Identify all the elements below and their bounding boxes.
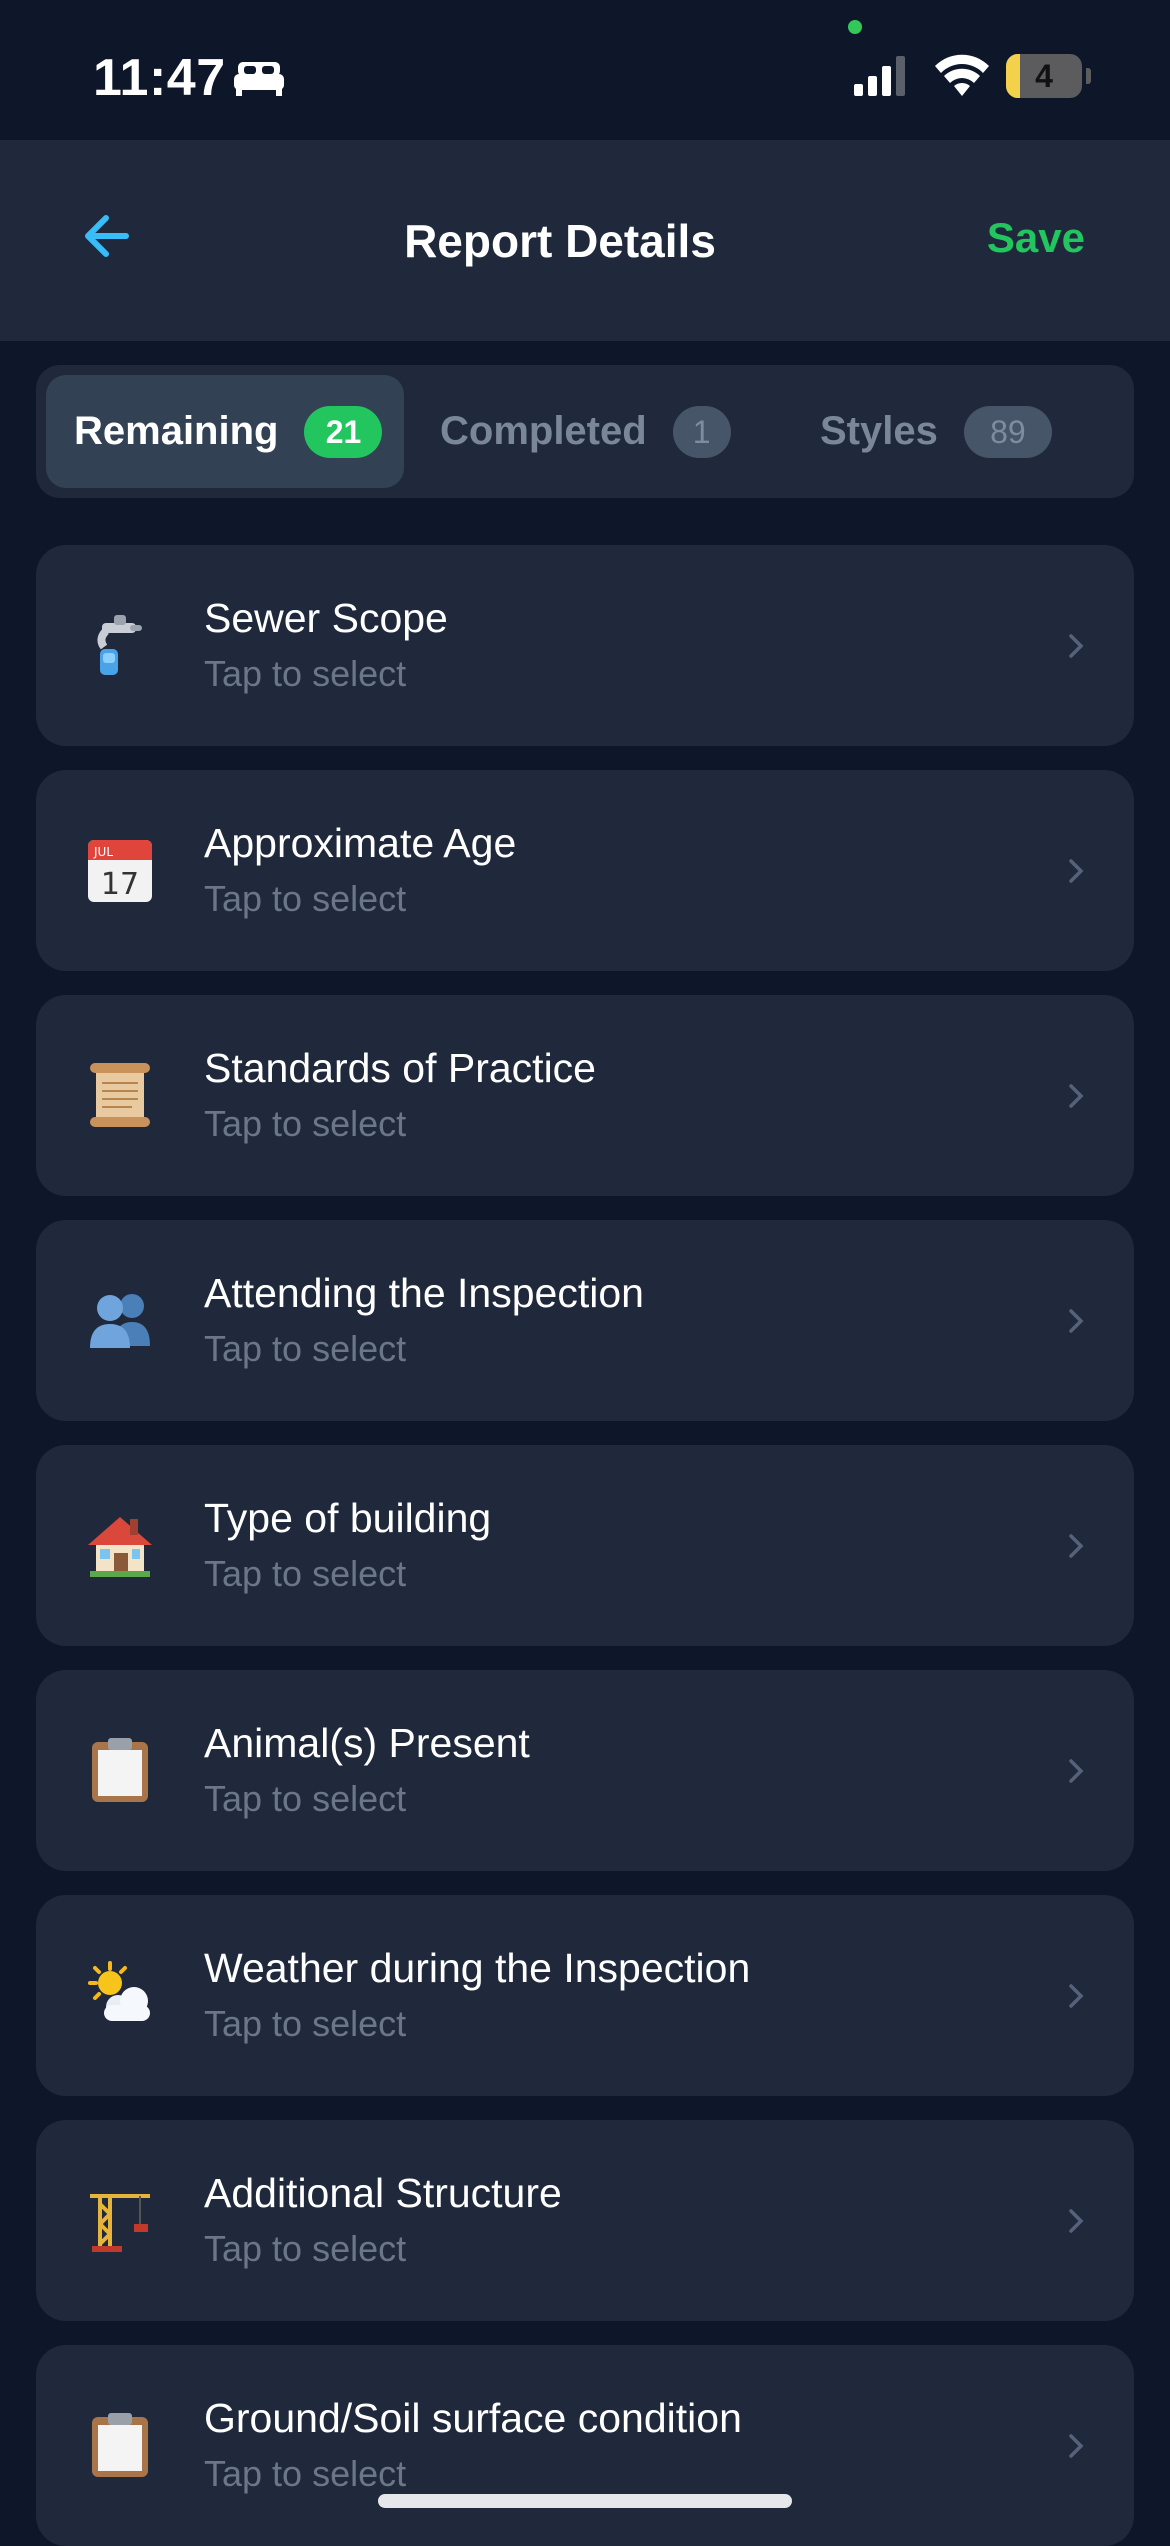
chevron-right-icon <box>1069 1759 1084 1783</box>
scroll-icon <box>84 1059 156 1131</box>
item-hint: Tap to select <box>204 1103 407 1144</box>
list-item-attending-the-inspection[interactable]: Attending the Inspection Tap to select <box>36 1220 1134 1421</box>
battery-level: 4 <box>1035 58 1053 94</box>
list-item-type-of-building[interactable]: Type of building Tap to select <box>36 1445 1134 1646</box>
tab-label: Remaining <box>74 409 279 453</box>
item-hint: Tap to select <box>204 2003 407 2044</box>
status-time: 11:47 <box>93 49 226 107</box>
calendar-icon: JUL 17 <box>84 834 156 906</box>
house-icon <box>84 1509 156 1581</box>
battery-icon: 4 <box>1006 54 1091 98</box>
list-item-weather-during-inspection[interactable]: Weather during the Inspection Tap to sel… <box>36 1895 1134 2096</box>
clipboard-icon <box>84 2409 156 2481</box>
item-hint: Tap to select <box>204 1328 407 1369</box>
tab-label: Styles <box>820 409 938 453</box>
item-title: Type of building <box>204 1495 492 1541</box>
chevron-right-icon <box>1069 1309 1084 1333</box>
item-title: Approximate Age <box>204 820 517 866</box>
home-indicator[interactable] <box>378 2494 792 2508</box>
signal-icon <box>854 56 905 96</box>
segmented-tabs: Remaining 21 Completed 1 Styles 89 <box>36 365 1134 498</box>
save-button[interactable]: Save <box>987 214 1085 262</box>
list-item-additional-structure[interactable]: Additional Structure Tap to select <box>36 2120 1134 2321</box>
faucet-icon <box>84 609 156 681</box>
bed-icon <box>234 62 284 96</box>
privacy-indicator-dot <box>848 20 862 34</box>
count-badge: 89 <box>963 405 1052 458</box>
item-hint: Tap to select <box>204 1553 407 1594</box>
item-hint: Tap to select <box>204 878 407 919</box>
list-item-ground-soil-surface-condition[interactable]: Ground/Soil surface condition Tap to sel… <box>36 2345 1134 2546</box>
chevron-right-icon <box>1069 2434 1084 2458</box>
list-item-standards-of-practice[interactable]: Standards of Practice Tap to select <box>36 995 1134 1196</box>
count-badge: 1 <box>672 405 731 458</box>
calendar-month: JUL <box>93 845 113 859</box>
clipboard-icon <box>84 1734 156 1806</box>
item-title: Ground/Soil surface condition <box>204 2395 742 2441</box>
tab-label: Completed <box>440 409 647 453</box>
list-item-approximate-age[interactable]: JUL 17 Approximate Age Tap to select <box>36 770 1134 971</box>
wifi-icon <box>935 54 989 96</box>
item-hint: Tap to select <box>204 2228 407 2269</box>
chevron-right-icon <box>1069 2209 1084 2233</box>
item-hint: Tap to select <box>204 2453 407 2494</box>
count-badge: 21 <box>304 405 383 458</box>
tab-styles[interactable]: Styles 89 <box>776 375 1126 488</box>
tab-completed[interactable]: Completed 1 <box>426 375 756 488</box>
chevron-right-icon <box>1069 634 1084 658</box>
chevron-right-icon <box>1069 859 1084 883</box>
list-item-sewer-scope[interactable]: Sewer Scope Tap to select <box>36 545 1134 746</box>
people-icon <box>84 1284 156 1356</box>
crane-icon <box>84 2184 156 2256</box>
sun-cloud-icon <box>84 1959 156 2031</box>
item-title: Standards of Practice <box>204 1045 596 1091</box>
item-hint: Tap to select <box>204 653 407 694</box>
chevron-right-icon <box>1069 1984 1084 2008</box>
tab-remaining[interactable]: Remaining 21 <box>46 375 404 488</box>
status-bar: 11:47 4 <box>0 0 1170 140</box>
item-title: Weather during the Inspection <box>204 1945 751 1991</box>
item-hint: Tap to select <box>204 1778 407 1819</box>
item-title: Attending the Inspection <box>204 1270 644 1316</box>
calendar-day: 17 <box>101 867 139 902</box>
item-title: Sewer Scope <box>204 595 448 641</box>
list-item-animals-present[interactable]: Animal(s) Present Tap to select <box>36 1670 1134 1871</box>
navigation-header: Report Details Save <box>0 140 1170 341</box>
item-title: Animal(s) Present <box>204 1720 530 1766</box>
chevron-right-icon <box>1069 1534 1084 1558</box>
chevron-right-icon <box>1069 1084 1084 1108</box>
item-title: Additional Structure <box>204 2170 562 2216</box>
page-title: Report Details <box>404 215 716 267</box>
